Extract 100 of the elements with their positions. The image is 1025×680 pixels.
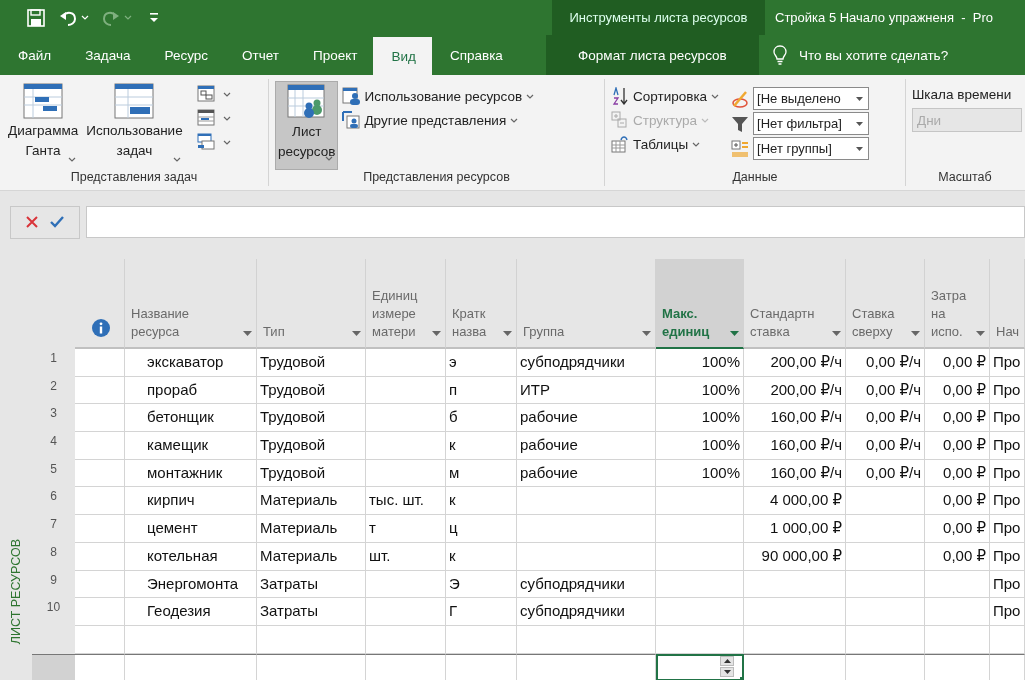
column-header[interactable]: Тип [257, 259, 366, 349]
save-icon[interactable] [26, 7, 46, 28]
table-cell [75, 570, 125, 599]
table-cell: 0,00 ₽ [925, 349, 990, 377]
view-button[interactable]: Использование задач [84, 81, 185, 170]
table-cell [75, 349, 125, 377]
column-header[interactable]: Группа [517, 259, 656, 349]
group-icon [731, 139, 750, 158]
sheet-person-icon [342, 87, 361, 105]
dropdown-arrow-icon[interactable] [856, 121, 864, 126]
table-cell: к [446, 542, 517, 571]
table-cell: Про [990, 598, 1025, 626]
dropdown-arrow-icon[interactable] [911, 331, 920, 336]
dropdown-arrow-icon[interactable] [976, 331, 985, 336]
column-header[interactable]: Стандартн ставка [744, 259, 846, 349]
table-cell [75, 598, 125, 626]
column-header[interactable]: Кратк назва [446, 259, 517, 349]
dropdown-field[interactable]: [Нет фильтра] [753, 112, 870, 135]
table-cell: 100% [656, 349, 744, 377]
column-header[interactable]: Единиц измере матери [366, 259, 446, 349]
caret-icon[interactable] [711, 93, 720, 99]
dropdown-arrow-icon[interactable] [642, 331, 651, 336]
caret-icon[interactable] [222, 115, 231, 121]
table-cell: Затраты [257, 598, 366, 626]
table-cell: 0,00 ₽ [925, 404, 990, 433]
calendar-icon[interactable] [196, 109, 215, 127]
ribbon-tab[interactable]: Проект [295, 35, 374, 75]
table-cell: Про [990, 515, 1025, 543]
table-cell: 0,00 ₽/ч [846, 404, 925, 433]
table-cell: 1 000,00 ₽ [744, 515, 846, 543]
table-cell [446, 653, 517, 680]
active-cell[interactable] [656, 653, 744, 680]
table-cell: 0,00 ₽ [925, 487, 990, 516]
table-cell: бетонщик [125, 404, 257, 433]
ribbon-button[interactable]: Использование ресурсов [342, 87, 535, 105]
ribbon-tab[interactable]: Ресурс [146, 35, 225, 75]
ribbon-tab[interactable]: Задача [67, 35, 147, 75]
info-icon [91, 319, 110, 337]
column-header[interactable]: Нач [990, 259, 1025, 349]
cancel-icon[interactable] [26, 216, 38, 228]
ribbon-tab[interactable]: Формат листа ресурсов [545, 35, 759, 75]
table-cell: 160,00 ₽/ч [744, 459, 846, 488]
ribbon-tab[interactable]: Файл [0, 35, 68, 75]
table-cell: 100% [656, 376, 744, 405]
table-cell: 0,00 ₽ [925, 515, 990, 543]
caret-icon[interactable] [692, 141, 701, 147]
column-header[interactable]: Название ресурса [125, 259, 257, 349]
table-cell: рабочие [517, 459, 656, 488]
ribbon-tab[interactable]: Справка [431, 35, 546, 75]
dropdown-arrow-icon[interactable] [432, 331, 441, 336]
table-cell: Геодезия [125, 598, 257, 626]
column-header[interactable]: Ставка сверху [846, 259, 925, 349]
check-icon[interactable] [50, 216, 64, 228]
caret-icon[interactable] [68, 157, 77, 162]
table-cell: Трудовой [257, 459, 366, 488]
table-cell: Трудовой [257, 349, 366, 377]
table-cell [446, 625, 517, 654]
highlighter-icon [731, 89, 750, 108]
table-cell: рабочие [517, 432, 656, 460]
table-cell: э [446, 349, 517, 377]
ribbon-button[interactable]: Таблицы [611, 135, 720, 153]
form-icon[interactable] [196, 133, 215, 151]
view-button[interactable]: Диаграмма Ганта [6, 81, 81, 170]
column-header[interactable]: Макс. единиц [656, 259, 744, 349]
table-cell: Про [990, 432, 1025, 460]
column-header[interactable]: Затра на испо. [925, 259, 990, 349]
table-cell: кирпич [125, 487, 257, 516]
view-button[interactable]: Лист ресурсов [275, 81, 339, 170]
table-cell [75, 542, 125, 571]
table-cell: Энергомонта [125, 570, 257, 599]
caret-icon[interactable] [172, 157, 181, 162]
table-cell: камещик [125, 432, 257, 460]
tell-me-box[interactable]: Что вы хотите сделать? [758, 35, 949, 75]
dropdown-arrow-icon[interactable] [503, 331, 512, 336]
entry-field[interactable] [86, 206, 1025, 238]
caret-icon[interactable] [222, 91, 231, 97]
ribbon-tab[interactable]: Отчет [224, 35, 295, 75]
table-cell: 0,00 ₽ [925, 432, 990, 460]
spin-down-button[interactable] [720, 666, 734, 677]
caret-icon[interactable] [526, 93, 535, 99]
caret-icon[interactable] [325, 156, 334, 161]
caret-icon[interactable] [510, 117, 519, 123]
dropdown-arrow-icon[interactable] [856, 96, 864, 101]
ribbon-button[interactable]: Другие представления [342, 111, 535, 129]
dropdown-arrow-icon[interactable] [352, 331, 361, 336]
dropdown-arrow-icon[interactable] [856, 146, 864, 151]
spin-up-button[interactable] [720, 655, 734, 666]
diagram-icon[interactable] [196, 85, 215, 103]
dropdown-field[interactable]: [Нет группы] [753, 137, 870, 160]
dropdown-arrow-icon[interactable] [730, 331, 739, 336]
dropdown-field[interactable]: [Не выделено [753, 87, 870, 110]
dropdown-arrow-icon[interactable] [243, 331, 252, 336]
caret-icon[interactable] [222, 139, 231, 145]
table-cell [925, 570, 990, 599]
table-cell: Затраты [257, 570, 366, 599]
table-cell: экскаватор [125, 349, 257, 377]
row-header[interactable] [32, 653, 75, 680]
dropdown-arrow-icon[interactable] [832, 331, 841, 336]
ribbon-button[interactable]: Сортировка [611, 87, 720, 105]
ribbon-tab[interactable]: Вид [373, 37, 432, 75]
